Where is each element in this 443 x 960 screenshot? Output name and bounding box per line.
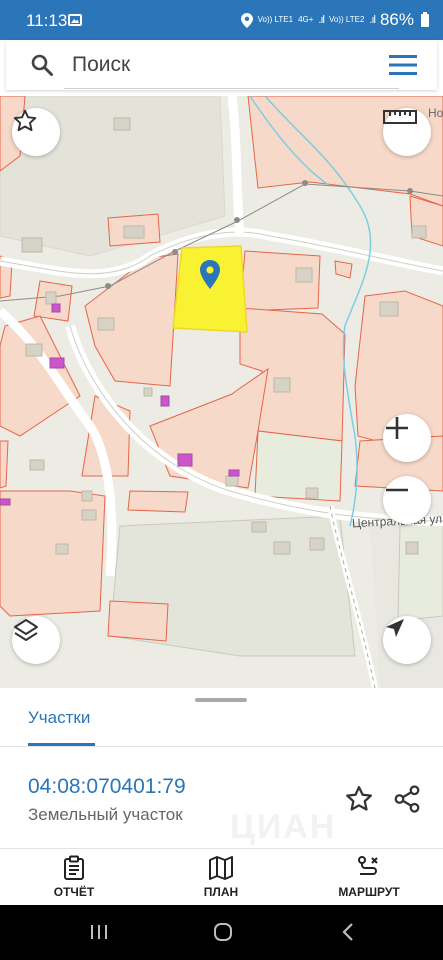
plan-label: ПЛАН: [203, 885, 239, 899]
search-underline: [64, 88, 399, 89]
plan-tab[interactable]: ПЛАН: [166, 855, 276, 899]
home-icon[interactable]: [212, 921, 234, 943]
share-icon[interactable]: [392, 784, 422, 814]
system-navigation-bar: [0, 905, 443, 960]
status-bar: 11:13 Vo)) LTE1 4G+ .ıl Vo)) LTE2 .ıl 86…: [0, 0, 443, 40]
ruler-icon: [383, 110, 417, 124]
place-label: Но: [428, 106, 443, 120]
signal-1-icon: .ıl: [318, 14, 324, 26]
zoom-out-button[interactable]: [383, 476, 431, 524]
star-icon: [13, 109, 37, 132]
clipboard-icon: [64, 855, 84, 880]
route-icon: [358, 856, 378, 875]
cadastral-number[interactable]: 04:08:070401:79: [28, 775, 186, 799]
status-indicators: Vo)) LTE1 4G+ .ıl Vo)) LTE2 .ıl 86%: [240, 10, 429, 30]
favorite-map-button[interactable]: [12, 108, 60, 156]
bottom-navigation: ОТЧЁТ ПЛАН МАРШРУТ: [0, 848, 443, 905]
plot-type: Земельный участок: [28, 805, 183, 824]
search-input[interactable]: Поиск: [72, 53, 130, 77]
watermark: ЦИАН: [230, 808, 337, 846]
minus-icon: [386, 488, 408, 492]
gallery-icon: [68, 14, 82, 26]
search-bar[interactable]: Поиск: [6, 40, 437, 90]
lte-label: 4G+: [298, 15, 314, 24]
battery-icon: [421, 11, 429, 27]
report-tab[interactable]: ОТЧЁТ: [19, 855, 129, 899]
cadastral-map[interactable]: [0, 96, 443, 688]
sheet-drag-handle[interactable]: [195, 698, 247, 702]
battery-percent: 86%: [379, 10, 414, 29]
location-icon: [240, 12, 253, 28]
signal-2-icon: .ıl: [369, 14, 375, 26]
zoom-in-button[interactable]: [383, 414, 431, 462]
report-label: ОТЧЁТ: [53, 885, 95, 899]
back-icon[interactable]: [338, 921, 360, 943]
divider: [0, 746, 443, 747]
route-tab[interactable]: МАРШРУТ: [314, 855, 424, 899]
map-icon: [209, 856, 233, 880]
status-time: 11:13: [26, 11, 68, 30]
recent-apps-icon[interactable]: [88, 921, 110, 943]
layers-icon: [14, 619, 38, 641]
menu-icon[interactable]: [389, 54, 417, 76]
network-1-label: Vo)) LTE1: [257, 15, 294, 24]
plot-info-sheet: Участки ЦИАН 04:08:070401:79 Земельный у…: [0, 688, 443, 848]
ruler-button[interactable]: [383, 108, 431, 156]
network-2-label: Vo)) LTE2: [328, 15, 365, 24]
favorite-plot-button[interactable]: [344, 784, 374, 814]
plus-icon: [386, 417, 408, 439]
map-view[interactable]: Но Центральная ул: [0, 96, 443, 688]
search-icon[interactable]: [30, 53, 54, 77]
tab-plots[interactable]: Участки: [28, 708, 90, 728]
layers-button[interactable]: [12, 616, 60, 664]
navigation-arrow-icon: [386, 619, 404, 637]
my-location-button[interactable]: [383, 616, 431, 664]
route-label: МАРШРУТ: [338, 885, 400, 899]
